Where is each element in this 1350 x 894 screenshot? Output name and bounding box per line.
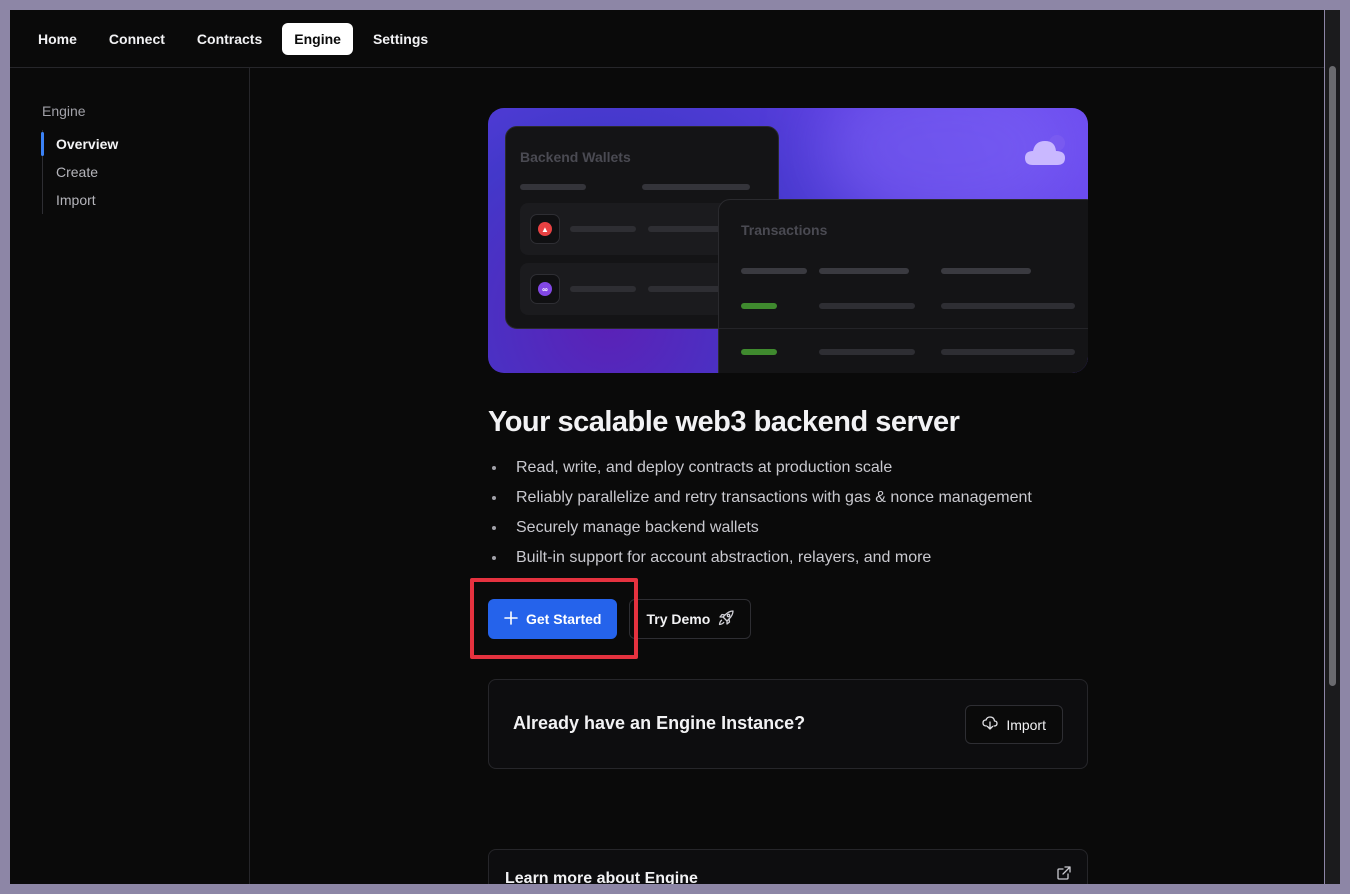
scrollbar[interactable] bbox=[1325, 10, 1340, 884]
placeholder-bar bbox=[819, 268, 909, 274]
get-started-wrapper: Get Started bbox=[470, 578, 638, 659]
transactions-title: Transactions bbox=[741, 222, 828, 238]
status-bar bbox=[741, 349, 777, 355]
import-button[interactable]: Import bbox=[965, 705, 1063, 744]
placeholder-bar bbox=[570, 286, 636, 292]
cloud-download-icon bbox=[982, 715, 998, 734]
placeholder-bar bbox=[819, 303, 915, 309]
import-card-title: Already have an Engine Instance? bbox=[513, 713, 806, 733]
placeholder-bar bbox=[941, 349, 1075, 355]
cloud-icon bbox=[1023, 133, 1071, 174]
learn-more-title: Learn more about Engine bbox=[505, 870, 698, 884]
hero-illustration: Backend Wallets ▲ ∞ Transactions bbox=[488, 108, 1088, 373]
transactions-card: Transactions bbox=[718, 199, 1088, 373]
tab-settings[interactable]: Settings bbox=[361, 23, 440, 55]
sidebar-item-create[interactable]: Create bbox=[43, 158, 118, 186]
sidebar-list: Overview Create Import bbox=[40, 130, 118, 214]
placeholder-bar bbox=[520, 184, 586, 190]
feature-item: Securely manage backend wallets bbox=[488, 518, 1032, 548]
scrollbar-thumb[interactable] bbox=[1329, 66, 1336, 686]
feature-item: Read, write, and deploy contracts at pro… bbox=[488, 458, 1032, 488]
status-bar bbox=[741, 303, 777, 309]
rocket-icon bbox=[718, 609, 734, 629]
placeholder-bar bbox=[819, 349, 915, 355]
main-content: Backend Wallets ▲ ∞ Transactions Your sc… bbox=[470, 108, 1088, 884]
placeholder-bar bbox=[570, 226, 636, 232]
cta-row: Get Started Try Demo bbox=[470, 578, 752, 659]
avalanche-icon: ▲ bbox=[530, 214, 560, 244]
plus-icon bbox=[504, 610, 518, 628]
import-instance-card: Already have an Engine Instance? Import bbox=[488, 679, 1088, 769]
placeholder-bar bbox=[941, 268, 1031, 274]
backend-wallets-title: Backend Wallets bbox=[520, 149, 631, 165]
import-button-label: Import bbox=[1006, 716, 1046, 733]
sidebar-item-import[interactable]: Import bbox=[43, 186, 118, 214]
page-title: Your scalable web3 backend server bbox=[488, 406, 960, 438]
tab-connect[interactable]: Connect bbox=[97, 23, 177, 55]
sidebar-heading: Engine bbox=[42, 103, 86, 119]
app-window: Home Connect Contracts Engine Settings E… bbox=[10, 10, 1324, 884]
try-demo-button[interactable]: Try Demo bbox=[629, 599, 752, 639]
get-started-label: Get Started bbox=[526, 611, 602, 627]
top-navigation: Home Connect Contracts Engine Settings bbox=[10, 10, 1324, 68]
learn-more-card[interactable]: Learn more about Engine bbox=[488, 849, 1088, 884]
placeholder-bar bbox=[941, 303, 1075, 309]
sidebar-item-overview[interactable]: Overview bbox=[40, 130, 118, 158]
tab-home[interactable]: Home bbox=[26, 23, 89, 55]
feature-list: Read, write, and deploy contracts at pro… bbox=[488, 458, 1032, 578]
divider bbox=[719, 328, 1088, 329]
try-demo-label: Try Demo bbox=[646, 611, 711, 627]
placeholder-bar bbox=[642, 184, 750, 190]
placeholder-bar bbox=[741, 268, 807, 274]
external-link-icon[interactable] bbox=[1057, 866, 1071, 884]
tab-engine[interactable]: Engine bbox=[282, 22, 353, 55]
feature-item: Reliably parallelize and retry transacti… bbox=[488, 488, 1032, 518]
feature-item: Built-in support for account abstraction… bbox=[488, 548, 1032, 578]
polygon-icon: ∞ bbox=[530, 274, 560, 304]
get-started-button[interactable]: Get Started bbox=[488, 599, 618, 639]
sidebar: Engine Overview Create Import bbox=[10, 68, 250, 884]
tab-contracts[interactable]: Contracts bbox=[185, 23, 274, 55]
